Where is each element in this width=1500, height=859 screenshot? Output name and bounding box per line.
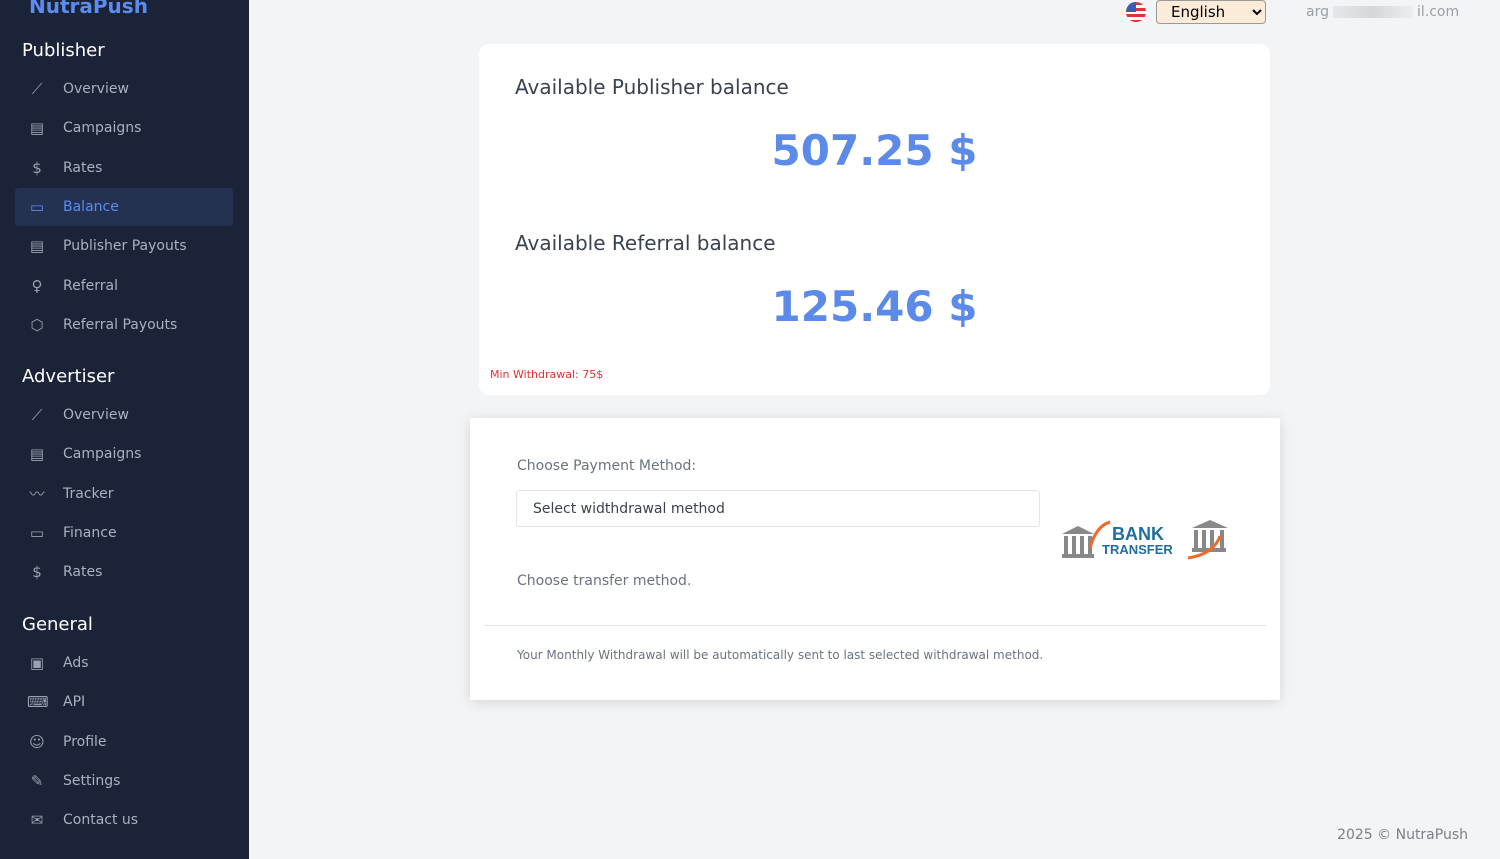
sidebar-item-label: Settings bbox=[63, 772, 121, 789]
award-icon: ♀ bbox=[31, 276, 43, 295]
sidebar-item-overview[interactable]: ⟋ Overview bbox=[15, 70, 233, 108]
sidebar-item-tracker[interactable]: 〰 Tracker bbox=[15, 475, 233, 513]
divider bbox=[484, 625, 1266, 626]
referral-balance-amount: 125.46 $ bbox=[771, 282, 978, 331]
section-title: Advertiser bbox=[22, 366, 115, 387]
svg-text:TRANSFER: TRANSFER bbox=[1102, 542, 1173, 557]
sidebar-item-finance[interactable]: ▭ Finance bbox=[15, 514, 233, 552]
user-email[interactable]: arg il.com bbox=[1306, 4, 1459, 20]
sidebar-item-label: Campaigns bbox=[63, 120, 142, 137]
dollar-icon: $ bbox=[32, 563, 42, 582]
sidebar-item-label: Balance bbox=[63, 198, 119, 215]
sidebar-item-ads[interactable]: ▣ Ads bbox=[15, 644, 233, 682]
badge-icon: ⬡ bbox=[30, 315, 44, 334]
section-title: Publisher bbox=[22, 40, 105, 61]
sidebar-item-label: Profile bbox=[63, 733, 107, 750]
book-icon: ▤ bbox=[29, 119, 45, 138]
sidebar-item-label: Referral Payouts bbox=[63, 316, 178, 333]
publisher-balance-amount: 507.25 $ bbox=[771, 126, 978, 175]
logo[interactable]: NutraPush bbox=[29, 0, 148, 18]
withdrawal-method-select[interactable]: Select widthdrawal method bbox=[516, 490, 1040, 527]
sidebar-item-api[interactable]: ⌨ API bbox=[15, 683, 233, 721]
mail-icon: ✉ bbox=[30, 811, 44, 830]
sidebar-item-balance[interactable]: ▭ Balance bbox=[15, 187, 233, 226]
receipt-icon: ▤ bbox=[29, 237, 45, 256]
sidebar-item-label: API bbox=[63, 694, 86, 711]
topbar: English arg il.com bbox=[1126, 0, 1459, 24]
wallet-icon: ▭ bbox=[29, 197, 45, 216]
sidebar-item-label: Overview bbox=[63, 81, 129, 97]
bank-transfer-logo: BANK TRANSFER bbox=[1062, 520, 1228, 560]
transfer-hint: Choose transfer method. bbox=[517, 573, 692, 589]
sidebar: NutraPush Publisher ⟋ Overview ▤ Campaigns $ R… bbox=[0, 0, 249, 859]
referral-balance-label: Available Referral balance bbox=[515, 231, 776, 255]
chart-line-icon: ⟋ bbox=[31, 80, 43, 98]
sidebar-item-label: Rates bbox=[63, 159, 103, 176]
dollar-icon: $ bbox=[32, 158, 42, 177]
sidebar-item-rates[interactable]: $ Rates bbox=[15, 149, 233, 187]
svg-text:BANK: BANK bbox=[1112, 524, 1164, 544]
min-withdrawal: Min Withdrawal: 75$ bbox=[490, 368, 604, 381]
chart-line-icon: ⟋ bbox=[31, 406, 43, 424]
sidebar-item-label: Ads bbox=[63, 655, 89, 671]
code-icon: ⌨ bbox=[27, 693, 49, 712]
book-icon: ▤ bbox=[29, 445, 45, 464]
section-title: General bbox=[22, 614, 93, 635]
payment-method-label: Choose Payment Method: bbox=[517, 458, 697, 474]
wallet-icon: ▭ bbox=[29, 523, 45, 542]
us-flag-icon bbox=[1126, 2, 1146, 22]
user-icon: ☺ bbox=[29, 732, 45, 751]
edit-icon: ✎ bbox=[30, 771, 44, 790]
sidebar-item-contact-us[interactable]: ✉ Contact us bbox=[15, 801, 233, 839]
sidebar-item-label: Campaigns bbox=[63, 446, 142, 463]
sidebar-item-label: Referral bbox=[63, 277, 118, 294]
sidebar-item-label: Overview bbox=[63, 407, 129, 423]
sidebar-item-label: Contact us bbox=[63, 812, 139, 829]
sidebar-item-label: Tracker bbox=[63, 485, 114, 502]
footer: 2025 © NutraPush bbox=[1337, 827, 1468, 843]
sidebar-item-campaigns[interactable]: ▤ Campaigns bbox=[15, 109, 233, 147]
activity-icon: 〰 bbox=[29, 485, 45, 504]
sidebar-item-label: Rates bbox=[63, 564, 103, 581]
withdrawal-note: Your Monthly Withdrawal will be automati… bbox=[517, 648, 1044, 662]
sidebar-item-referral-payouts[interactable]: ⬡ Referral Payouts bbox=[15, 306, 233, 344]
sidebar-item-referral[interactable]: ♀ Referral bbox=[15, 267, 233, 305]
redacted bbox=[1332, 6, 1413, 18]
sidebar-item-label: Publisher Payouts bbox=[63, 238, 187, 255]
sidebar-item-campaigns[interactable]: ▤ Campaigns bbox=[15, 435, 233, 473]
sidebar-item-settings[interactable]: ✎ Settings bbox=[15, 762, 233, 800]
sidebar-item-rates[interactable]: $ Rates bbox=[15, 553, 233, 591]
sidebar-item-overview[interactable]: ⟋ Overview bbox=[15, 396, 233, 434]
publisher-balance-label: Available Publisher balance bbox=[515, 75, 789, 99]
language-select[interactable]: English bbox=[1156, 0, 1266, 24]
sidebar-item-publisher-payouts[interactable]: ▤ Publisher Payouts bbox=[15, 227, 233, 265]
sidebar-item-profile[interactable]: ☺ Profile bbox=[15, 723, 233, 761]
payment-card: Choose Payment Method: Select widthdrawa… bbox=[470, 418, 1280, 700]
image-icon: ▣ bbox=[29, 654, 45, 672]
sidebar-item-label: Finance bbox=[63, 524, 117, 541]
balance-card: Available Publisher balance 507.25 $ Ava… bbox=[479, 44, 1270, 395]
